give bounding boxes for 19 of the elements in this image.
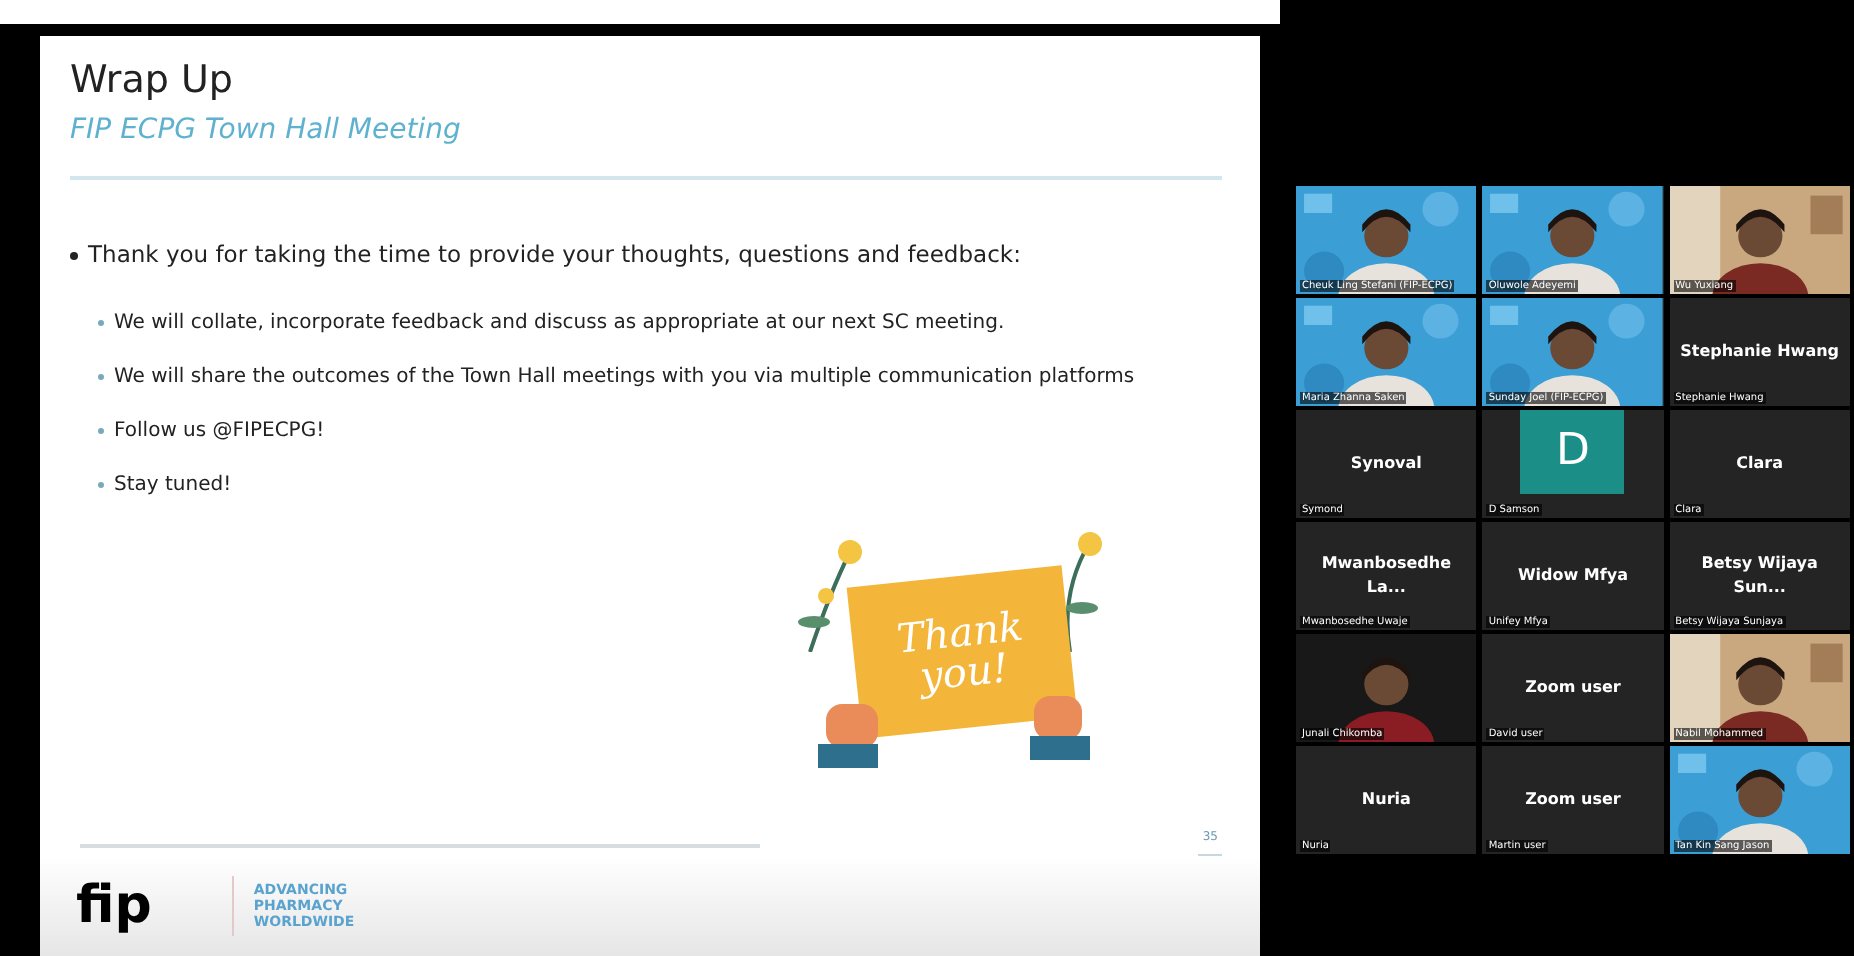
bullet-text: We will collate, incorporate feedback and discuss as appropriate at our next SC meeting. [114,309,1005,337]
participant-name: Zoom user [1523,788,1623,812]
participant-name: Mwanbosedhe La... [1319,552,1454,600]
participant-name: Zoom user [1523,676,1623,700]
slide-subtitle: FIP ECPG Town Hall Meeting [70,111,463,149]
bullet-text: Thank you for taking the time to provide your thoughts, questions and feedback: [88,237,1021,271]
participant-name: Clara [1734,452,1785,476]
fip-logo: fip [76,880,152,932]
thank-you-card: Thank you! [846,564,1078,738]
avatar-tile: D [1520,410,1625,494]
participant-name: Nuria [1359,788,1413,812]
participant-name: Stephanie Hwang [1678,340,1842,364]
bullet-text: Follow us @FIPECPG! [114,417,327,445]
slide-title: Wrap Up [70,56,235,106]
bullet-text: Stay tuned! [114,471,234,499]
participant-name: Betsy Wijaya Sun... [1699,552,1820,600]
participant-name: Synoval [1348,452,1424,476]
participant-name: Widow Mfya [1515,564,1630,588]
bullet-text: We will share the outcomes of the Town Hall meetings with you via multiple communication platforms [114,363,1135,391]
